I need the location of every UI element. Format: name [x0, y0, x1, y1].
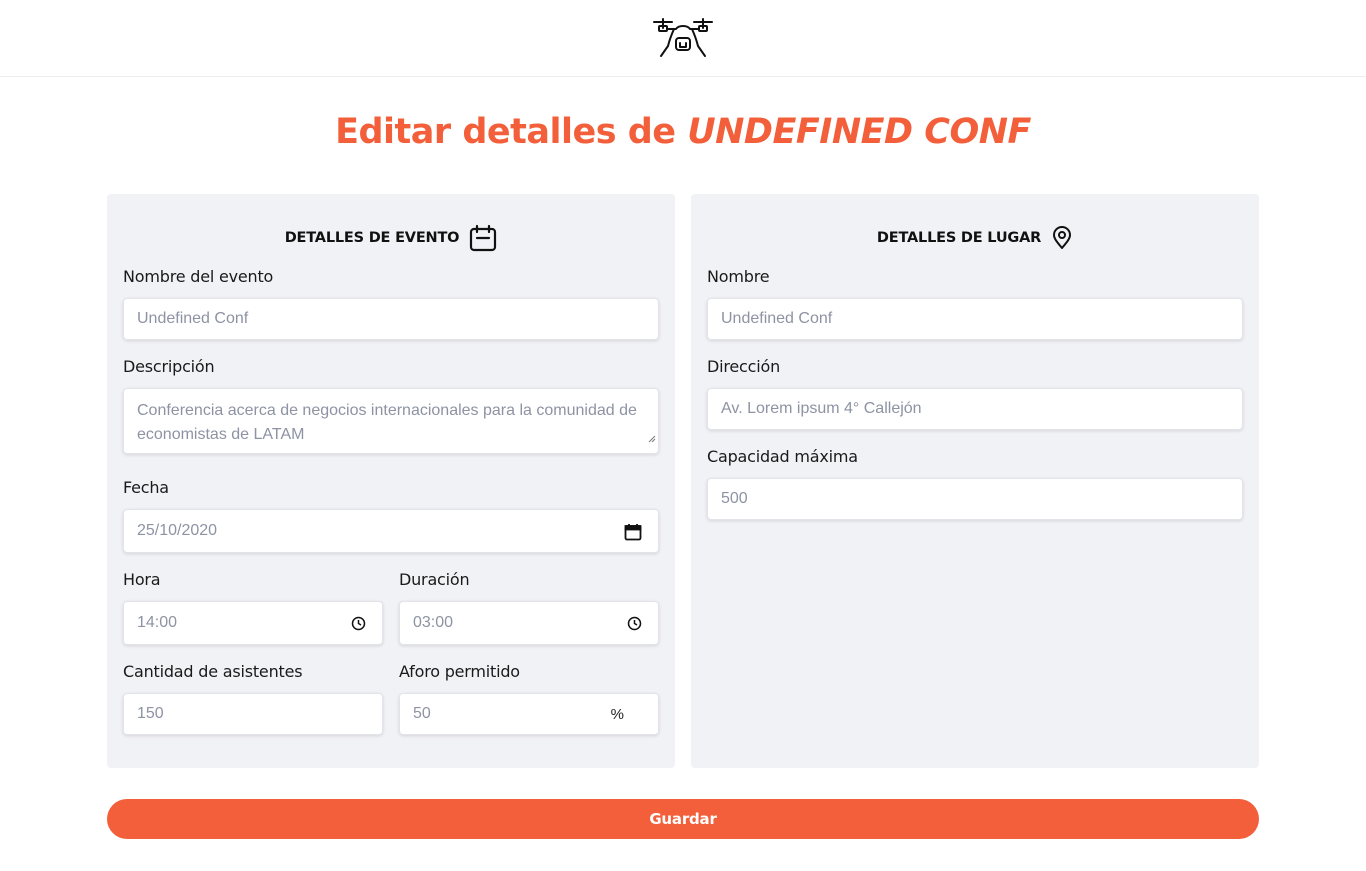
title-prefix: Editar detalles de — [335, 112, 688, 152]
attendees-label: Cantidad de asistentes — [123, 662, 303, 681]
location-pin-icon — [1051, 226, 1073, 250]
top-bar — [0, 0, 1366, 77]
attendees-value: 150 — [137, 705, 164, 722]
description-textarea[interactable]: Conferencia acerca de negocios internaci… — [123, 388, 659, 454]
capacity-percent-value: 50 — [413, 705, 431, 722]
save-button[interactable]: Guardar — [107, 799, 1259, 839]
venue-details-title: DETALLES DE LUGAR — [876, 230, 1042, 246]
event-details-heading: DETALLES DE EVENTO — [107, 224, 675, 252]
date-label: Fecha — [123, 478, 169, 497]
title-event-name: UNDEFINED CONF — [687, 112, 1031, 152]
time-input[interactable]: 14:00 — [123, 601, 383, 645]
duration-input[interactable]: 03:00 — [399, 601, 659, 645]
calendar-icon — [469, 224, 497, 252]
attendees-input[interactable]: 150 — [123, 693, 383, 735]
max-capacity-label: Capacidad máxima — [707, 447, 858, 466]
venue-details-card: DETALLES DE LUGAR Nombre Undefined Conf … — [691, 194, 1259, 768]
address-label: Dirección — [707, 357, 781, 376]
address-value: Av. Lorem ipsum 4° Callejón — [721, 400, 922, 417]
event-details-card: DETALLES DE EVENTO Nombre del evento Und… — [107, 194, 675, 768]
description-value: Conferencia acerca de negocios internaci… — [137, 402, 637, 443]
capacity-percent-label: Aforo permitido — [399, 662, 520, 681]
duration-value: 03:00 — [413, 614, 454, 631]
capacity-percent-input[interactable]: 50 % — [399, 693, 659, 735]
calendar-picker-icon[interactable] — [624, 523, 642, 541]
event-details-title: DETALLES DE EVENTO — [284, 230, 460, 246]
event-name-input[interactable]: Undefined Conf — [123, 298, 659, 340]
event-name-value: Undefined Conf — [137, 310, 249, 327]
max-capacity-value: 500 — [721, 490, 748, 507]
max-capacity-input[interactable]: 500 — [707, 478, 1243, 520]
address-input[interactable]: Av. Lorem ipsum 4° Callejón — [707, 388, 1243, 430]
percent-suffix: % — [610, 706, 624, 723]
drone-icon[interactable] — [652, 16, 714, 60]
venue-name-value: Undefined Conf — [721, 310, 833, 327]
date-input[interactable]: 25/10/2020 — [123, 509, 659, 553]
clock-icon[interactable] — [351, 616, 366, 631]
date-value: 25/10/2020 — [137, 522, 218, 539]
venue-details-heading: DETALLES DE LUGAR — [691, 224, 1259, 252]
description-label: Descripción — [123, 357, 215, 376]
time-label: Hora — [123, 570, 161, 589]
resize-grip-icon[interactable] — [648, 427, 656, 451]
page-title: Editar detalles de UNDEFINED CONF — [0, 112, 1366, 152]
venue-name-input[interactable]: Undefined Conf — [707, 298, 1243, 340]
duration-label: Duración — [399, 570, 470, 589]
clock-icon[interactable] — [627, 616, 642, 631]
venue-name-label: Nombre — [707, 267, 770, 286]
time-value: 14:00 — [137, 614, 178, 631]
event-name-label: Nombre del evento — [123, 267, 274, 286]
